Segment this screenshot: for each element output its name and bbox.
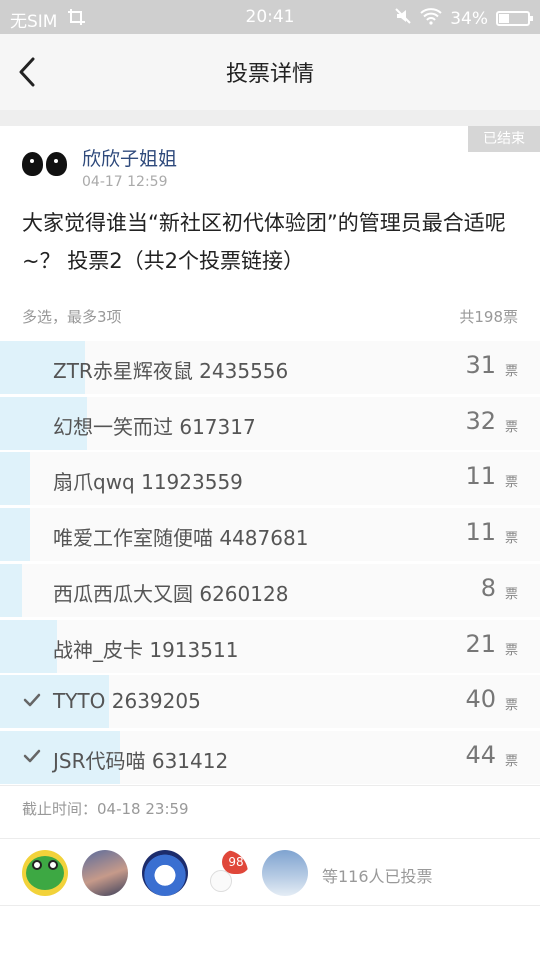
vote-option-label: 战神_皮卡 1913511 (53, 638, 239, 662)
vote-share-bar (0, 452, 31, 505)
battery-fill (499, 14, 509, 23)
status-right: 34% (394, 7, 533, 30)
vote-option-row[interactable]: 扇爪qwq 11923559 11 票 (0, 452, 540, 505)
voter-avatar[interactable] (22, 850, 68, 896)
voter-avatar[interactable]: 98 (202, 850, 248, 896)
author-name[interactable]: 欣欣子姐姐 (82, 144, 177, 171)
page-title: 投票详情 (225, 62, 314, 87)
vote-count: 21 (465, 630, 496, 658)
vote-option-label: 唯爱工作室随便喵 4487681 (53, 526, 309, 550)
vote-count: 32 (465, 407, 496, 435)
battery-icon (496, 11, 533, 26)
voter-avatar[interactable] (142, 850, 188, 896)
vote-count: 8 (480, 574, 496, 602)
vote-title: 大家觉得谁当“新社区初代体验团”的管理员最合适呢~？ 投票2（共2个投票链接） (22, 211, 506, 273)
vote-option-row[interactable]: 唯爱工作室随便喵 4487681 11 票 (0, 508, 540, 561)
vote-rule: 多选，最多3项 (22, 308, 122, 326)
wifi-icon (420, 7, 442, 30)
vote-option-row[interactable]: JSR代码喵 631412 44 票 (0, 731, 540, 784)
post-timestamp: 04-17 12:59 (82, 174, 168, 190)
deadline: 截止时间：04-18 23:59 (22, 798, 189, 819)
checkmark-icon (23, 749, 41, 763)
vote-option-label: 扇爪qwq 11923559 (53, 470, 243, 494)
status-bar: 无SIM 20:41 34% (0, 0, 540, 34)
vote-share-bar (0, 508, 31, 561)
vote-option-label: 西瓜西瓜大又圆 6260128 (53, 582, 289, 606)
voter-avatar[interactable] (262, 850, 308, 896)
vote-option-label: ZTR赤星辉夜鼠 2435556 (53, 359, 289, 383)
vote-count: 11 (465, 518, 496, 546)
status-badge: 已结束 (468, 126, 540, 152)
divider (0, 905, 540, 906)
vote-unit: 票 (504, 420, 518, 435)
voter-avatar[interactable] (82, 850, 128, 896)
vote-option-row[interactable]: TYTO 2639205 40 票 (0, 675, 540, 728)
vote-option-row[interactable]: ZTR赤星辉夜鼠 2435556 31 票 (0, 341, 540, 394)
battery-percent: 34% (450, 8, 488, 29)
vote-unit: 票 (504, 754, 518, 769)
vote-option-row[interactable]: 西瓜西瓜大又圆 6260128 8 票 (0, 564, 540, 617)
divider (0, 838, 540, 839)
vote-share-bar (0, 564, 22, 617)
vote-total: 共198票 (459, 308, 518, 326)
section-divider (0, 110, 540, 126)
vote-option-label: JSR代码喵 631412 (53, 749, 229, 773)
vote-meta: 多选，最多3项 共198票 (22, 306, 518, 327)
mute-icon (394, 7, 412, 30)
checkmark-icon (23, 693, 41, 707)
voter-summary[interactable]: 等116人已投票 (322, 863, 433, 887)
vote-unit: 票 (504, 698, 518, 713)
notification-badge: 98 (222, 850, 248, 874)
vote-count: 31 (465, 351, 496, 379)
vote-unit: 票 (504, 643, 518, 658)
vote-unit: 票 (504, 531, 518, 546)
vote-option-label: TYTO 2639205 (53, 689, 201, 713)
vote-option-row[interactable]: 幻想一笑而过 617317 32 票 (0, 397, 540, 450)
vote-unit: 票 (504, 364, 518, 379)
nav-bar: 投票详情 (0, 34, 540, 110)
vote-unit: 票 (504, 587, 518, 602)
deadline-value: 04-18 23:59 (97, 800, 189, 818)
avatar[interactable] (22, 152, 68, 182)
vote-option-row[interactable]: 战神_皮卡 1913511 21 票 (0, 620, 540, 673)
vote-unit: 票 (504, 475, 518, 490)
vote-option-label: 幻想一笑而过 617317 (53, 415, 256, 439)
vote-count: 11 (465, 462, 496, 490)
vote-share-bar (0, 620, 58, 673)
deadline-label: 截止时间： (22, 800, 98, 818)
vote-count: 40 (465, 685, 496, 713)
vote-count: 44 (465, 741, 496, 769)
divider (0, 785, 540, 786)
